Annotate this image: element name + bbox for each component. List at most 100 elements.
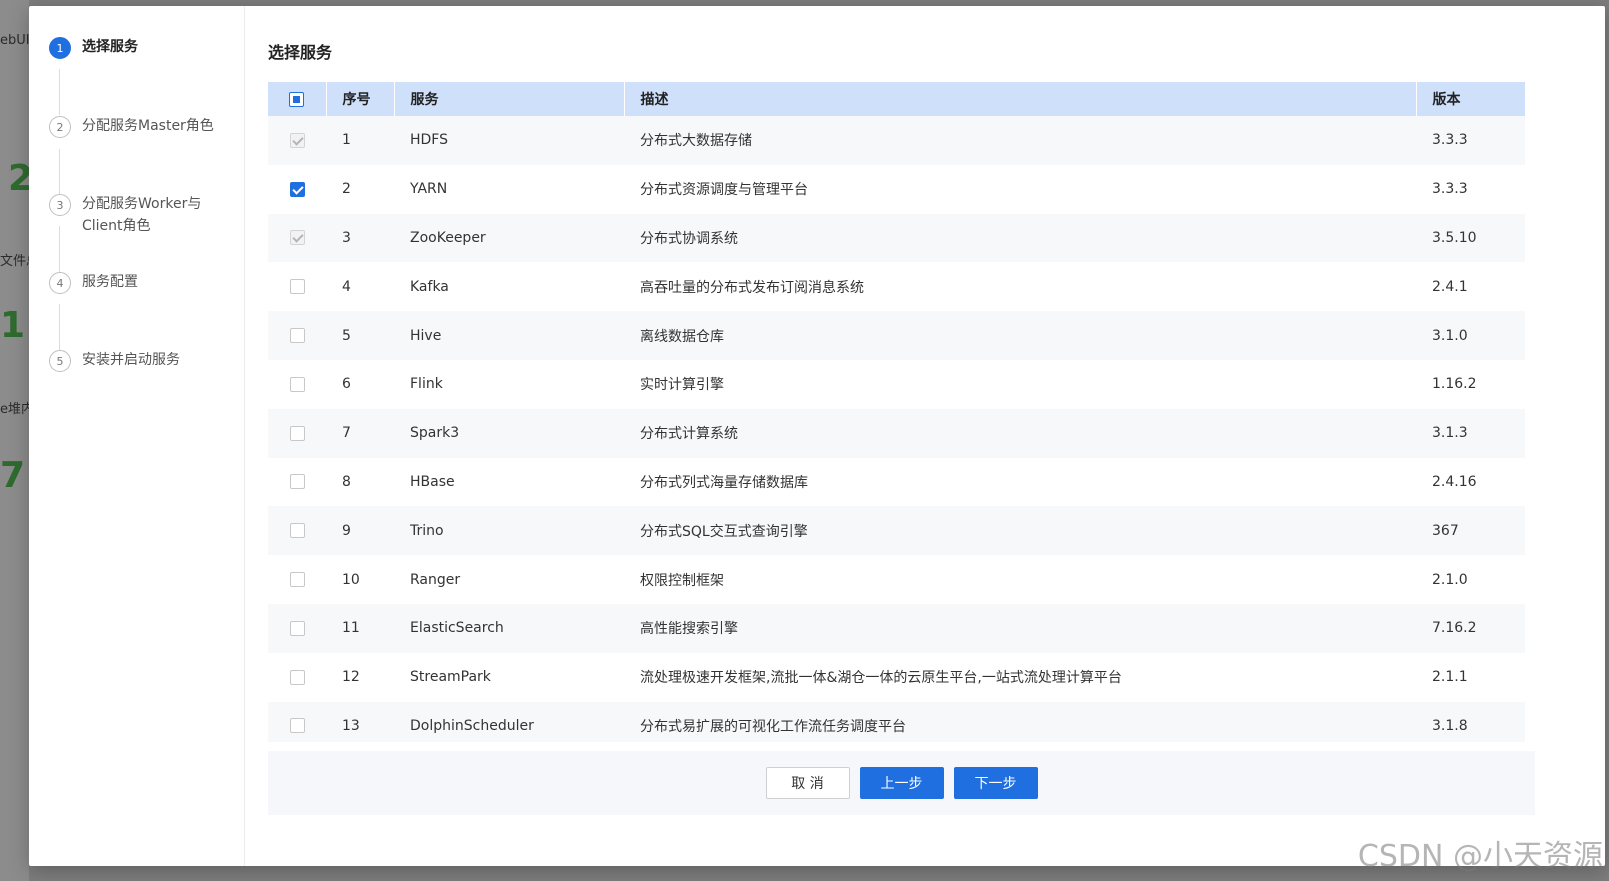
row-description: 权限控制框架	[640, 572, 724, 589]
table-row[interactable]: 8 HBase 分布式列式海量存储数据库 2.4.16	[268, 457, 1525, 507]
row-description: 分布式列式海量存储数据库	[640, 474, 808, 491]
previous-step-button[interactable]: 上一步	[859, 767, 944, 799]
cancel-button[interactable]: 取 消	[765, 767, 850, 799]
row-description: 分布式协调系统	[640, 230, 738, 247]
row-checkbox[interactable]	[289, 425, 305, 441]
row-description: 高吞吐量的分布式发布订阅消息系统	[640, 279, 864, 296]
header-select-all[interactable]	[268, 82, 327, 116]
row-select-cell[interactable]	[268, 555, 326, 604]
row-description: 分布式大数据存储	[640, 133, 752, 150]
row-service-name: HDFS	[410, 132, 449, 149]
row-description: 离线数据仓库	[640, 328, 724, 345]
row-index: 5	[342, 327, 351, 344]
backdrop-text-webui: ebUI	[0, 33, 30, 48]
row-checkbox[interactable]	[289, 279, 305, 295]
row-index: 11	[342, 620, 360, 637]
row-version: 3.3.3	[1432, 181, 1468, 198]
row-version: 367	[1432, 522, 1459, 539]
row-select-cell[interactable]	[268, 702, 326, 742]
step-assign-master[interactable]: 2 分配服务Master角色	[49, 115, 239, 138]
row-index: 1	[342, 132, 351, 149]
row-checkbox[interactable]	[289, 328, 305, 344]
row-select-cell[interactable]	[268, 262, 326, 311]
table-row[interactable]: 13 DolphinScheduler 分布式易扩展的可视化工作流任务调度平台 3.1…	[268, 701, 1525, 742]
row-index: 6	[342, 376, 351, 393]
step-connector	[59, 149, 60, 195]
wizard-steps: 1 选择服务 2 分配服务Master角色 3 分配服务Worker与Clien…	[29, 6, 245, 866]
row-version: 3.1.3	[1432, 425, 1468, 442]
row-checkbox[interactable]	[289, 669, 305, 685]
step-install-start[interactable]: 5 安装并启动服务	[49, 349, 239, 372]
row-index: 8	[342, 473, 351, 490]
row-select-cell[interactable]	[268, 653, 326, 702]
table-row[interactable]: 1 HDFS 分布式大数据存储 3.3.3	[268, 116, 1525, 165]
wizard-footer: 取 消 上一步 下一步	[268, 751, 1535, 815]
select-all-checkbox[interactable]	[289, 91, 305, 107]
table-row[interactable]: 9 Trino 分布式SQL交互式查询引擎 367	[268, 506, 1525, 556]
row-checkbox[interactable]	[289, 572, 305, 588]
step-content: 选择服务 序号 服务 描述 版本 1 HDFS 分布式大数据存储 3.3.3 2 YARN…	[268, 6, 1568, 866]
table-row[interactable]: 10 Ranger 权限控制框架 2.1.0	[268, 555, 1525, 604]
table-row[interactable]: 6 Flink 实时计算引擎 1.16.2	[268, 359, 1525, 409]
row-service-name: Trino	[410, 522, 444, 539]
row-select-cell[interactable]	[268, 604, 326, 653]
row-select-cell	[268, 116, 326, 165]
row-checkbox[interactable]	[289, 474, 305, 490]
row-version: 3.3.3	[1432, 132, 1468, 149]
row-select-cell[interactable]	[268, 506, 326, 555]
step-number: 4	[49, 272, 71, 294]
row-description: 流处理极速开发框架,流批一体&湖仓一体的云原生平台,一站式流处理计算平台	[640, 670, 1122, 687]
row-select-cell[interactable]	[268, 165, 326, 214]
row-version: 7.16.2	[1432, 620, 1477, 637]
table-row[interactable]: 2 YARN 分布式资源调度与管理平台 3.3.3	[268, 164, 1525, 214]
row-description: 分布式SQL交互式查询引擎	[640, 523, 808, 540]
row-select-cell[interactable]	[268, 409, 326, 458]
backdrop-number: 7	[0, 455, 26, 496]
table-row[interactable]: 7 Spark3 分布式计算系统 3.1.3	[268, 408, 1525, 458]
next-step-button[interactable]: 下一步	[953, 767, 1038, 799]
row-index: 2	[342, 181, 351, 198]
row-service-name: Kafka	[410, 278, 449, 295]
row-select-cell[interactable]	[268, 360, 326, 409]
row-version: 1.16.2	[1432, 376, 1477, 393]
row-index: 4	[342, 278, 351, 295]
step-label: 安装并启动服务	[82, 352, 180, 368]
row-version: 2.4.16	[1432, 473, 1477, 490]
step-connector	[59, 69, 60, 115]
row-checkbox[interactable]	[289, 376, 305, 392]
row-service-name: Ranger	[410, 571, 461, 588]
backdrop-panel	[0, 0, 29, 881]
table-row[interactable]: 11 ElasticSearch 高性能搜索引擎 7.16.2	[268, 603, 1525, 653]
row-checkbox	[289, 132, 305, 148]
row-select-cell[interactable]	[268, 311, 326, 360]
row-service-name: YARN	[410, 181, 448, 198]
row-checkbox[interactable]	[289, 620, 305, 636]
step-select-service[interactable]: 1 选择服务	[49, 36, 239, 59]
row-index: 3	[342, 229, 351, 246]
step-number: 5	[49, 350, 71, 372]
row-description: 实时计算引擎	[640, 377, 724, 394]
row-checkbox[interactable]	[289, 523, 305, 539]
row-description: 高性能搜索引擎	[640, 621, 738, 638]
table-row[interactable]: 5 Hive 离线数据仓库 3.1.0	[268, 311, 1525, 360]
table-row[interactable]: 3 ZooKeeper 分布式协调系统 3.5.10	[268, 213, 1525, 263]
row-service-name: ElasticSearch	[410, 620, 504, 637]
step-number: 1	[49, 37, 71, 59]
step-label: 分配服务Master角色	[82, 118, 214, 134]
step-label: 服务配置	[82, 274, 138, 290]
row-checkbox[interactable]	[289, 181, 305, 197]
add-service-modal: 1 选择服务 2 分配服务Master角色 3 分配服务Worker与Clien…	[29, 6, 1605, 866]
header-index: 序号	[326, 82, 395, 116]
row-description: 分布式资源调度与管理平台	[640, 182, 808, 199]
step-service-config[interactable]: 4 服务配置	[49, 271, 239, 294]
header-version: 版本	[1432, 92, 1461, 108]
table-row[interactable]: 4 Kafka 高吞吐量的分布式发布订阅消息系统 2.4.1	[268, 262, 1525, 312]
row-select-cell[interactable]	[268, 458, 326, 507]
row-service-name: Spark3	[410, 425, 460, 442]
table-row[interactable]: 12 StreamPark 流处理极速开发框架,流批一体&湖仓一体的云原生平台,一站…	[268, 652, 1525, 702]
step-assign-worker-client[interactable]: 3 分配服务Worker与Client角色	[49, 193, 239, 237]
row-checkbox[interactable]	[289, 718, 305, 734]
row-service-name: ZooKeeper	[410, 229, 486, 246]
step-label: 选择服务	[82, 39, 138, 55]
row-version: 2.1.0	[1432, 571, 1468, 588]
